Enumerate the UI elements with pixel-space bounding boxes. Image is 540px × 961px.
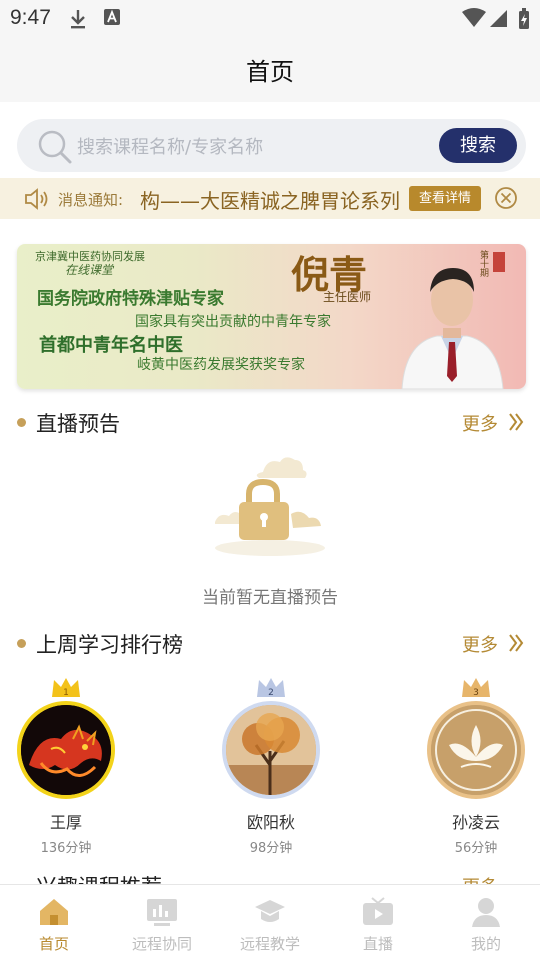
search-icon <box>37 129 73 169</box>
graduation-cap-icon <box>254 897 286 931</box>
banner-line-3: 国务院政府特殊津贴专家 <box>37 289 224 309</box>
crown-silver-icon: 2 <box>256 677 286 703</box>
section-dot <box>17 418 26 427</box>
live-preview-more-link[interactable]: 更多 <box>462 410 498 436</box>
avatar <box>222 701 320 799</box>
tab-home[interactable]: 首页 <box>0 885 108 961</box>
home-icon <box>38 897 70 931</box>
rank-minutes: 98分钟 <box>249 841 293 856</box>
status-time: 9:47 <box>10 6 51 29</box>
tab-remote-collab[interactable]: 远程协同 <box>108 885 216 961</box>
tab-label: 直播 <box>362 935 393 953</box>
tab-mine[interactable]: 我的 <box>432 885 540 961</box>
user-icon <box>470 897 502 931</box>
crown-bronze-icon: 3 <box>461 677 491 703</box>
crown-gold-icon: 1 <box>51 677 81 703</box>
signal-icon <box>488 8 508 32</box>
live-preview-title: 直播预告 <box>36 412 120 436</box>
avatar <box>427 701 525 799</box>
rank-number: 1 <box>63 688 69 698</box>
tab-label: 首页 <box>38 935 69 953</box>
rank-number: 3 <box>473 688 479 698</box>
banner-line-6: 岐黄中医药发展奖获奖专家 <box>137 357 305 373</box>
double-chevron-right-icon[interactable] <box>508 633 524 657</box>
rank-name: 孙凌云 <box>451 813 500 832</box>
section-dot <box>17 639 26 648</box>
tab-label: 远程协同 <box>131 935 192 953</box>
leaderboard-more-link[interactable]: 更多 <box>462 631 498 657</box>
tab-remote-teaching[interactable]: 远程教学 <box>216 885 324 961</box>
rank-name: 王厚 <box>49 813 82 832</box>
promo-banner[interactable]: 京津冀中医药协同发展 在线课堂 国务院政府特殊津贴专家 国家具有突出贡献的中青年… <box>17 244 526 389</box>
close-icon[interactable] <box>494 186 518 214</box>
banner-line-2: 在线课堂 <box>65 263 114 277</box>
search-input[interactable]: 搜索课程名称/专家名称 <box>77 133 263 159</box>
notice-label: 消息通知: <box>58 191 124 209</box>
doctor-portrait <box>397 248 507 389</box>
avatar <box>17 701 115 799</box>
download-icon <box>68 8 88 34</box>
rank-number: 2 <box>268 688 274 698</box>
font-a-icon <box>103 8 121 30</box>
rank-minutes: 136分钟 <box>40 841 92 856</box>
search-button[interactable]: 搜索 <box>439 128 517 163</box>
page-title: 首页 <box>246 58 294 86</box>
leaderboard-title: 上周学习排行榜 <box>36 633 183 657</box>
empty-lock-illustration-icon <box>205 452 335 566</box>
view-detail-button[interactable]: 查看详情 <box>409 186 481 211</box>
notice-marquee[interactable]: 构——大医精诚之脾胃论系列 <box>140 185 402 213</box>
tab-live[interactable]: 直播 <box>324 885 432 961</box>
double-chevron-right-icon[interactable] <box>508 412 524 436</box>
chart-board-icon <box>146 897 178 931</box>
banner-line-4: 国家具有突出贡献的中青年专家 <box>135 314 331 330</box>
wifi-icon <box>462 8 486 32</box>
top-header: 首页 <box>0 36 540 102</box>
search-bar[interactable]: 搜索课程名称/专家名称 搜索 <box>17 119 526 172</box>
notice-bar: 消息通知: 构——大医精诚之脾胃论系列 查看详情 <box>0 178 540 219</box>
notice-text: 构——大医精诚之脾胃论系列 <box>140 189 400 213</box>
battery-icon <box>518 8 530 34</box>
tv-play-icon <box>362 897 394 931</box>
status-bar: 9:47 <box>0 0 540 36</box>
tab-label: 我的 <box>470 935 501 953</box>
rank-name: 欧阳秋 <box>246 813 295 832</box>
tab-label: 远程教学 <box>239 935 300 953</box>
rank-minutes: 56分钟 <box>454 841 498 856</box>
bottom-tab-bar: 首页 远程协同 远程教学 直播 我的 <box>0 884 540 960</box>
live-empty-text: 当前暂无直播预告 <box>202 588 338 608</box>
speaker-icon <box>24 187 50 215</box>
banner-doctor-title: 主任医师 <box>323 290 372 304</box>
